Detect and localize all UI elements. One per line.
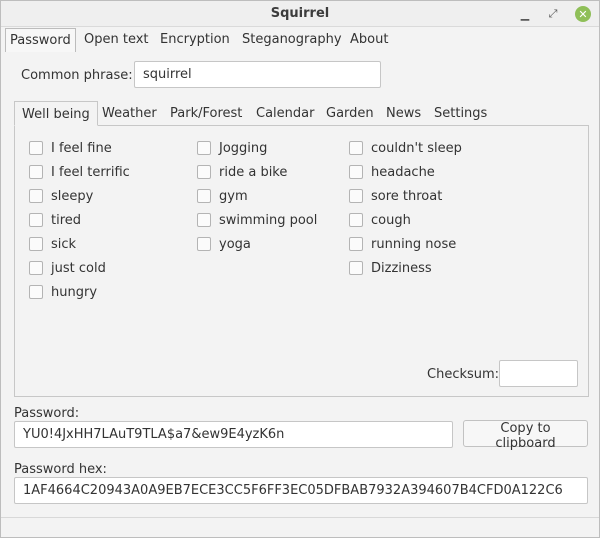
password-hex-label: Password hex: xyxy=(14,462,107,477)
checkbox-item[interactable]: tired xyxy=(29,211,81,229)
checkbox-item[interactable]: cough xyxy=(349,211,411,229)
minimize-button[interactable]: ▁ xyxy=(516,5,534,23)
close-icon: ✕ xyxy=(578,7,588,21)
app-window: Squirrel ▁ ⤢ ✕ Password Open text Encryp… xyxy=(0,0,600,538)
checkbox-item[interactable]: Dizziness xyxy=(349,259,432,277)
checkbox-box[interactable] xyxy=(349,261,363,275)
tab-steganography[interactable]: Steganography xyxy=(242,28,342,52)
checkbox-item[interactable]: sleepy xyxy=(29,187,93,205)
checkbox-box[interactable] xyxy=(197,189,211,203)
password-input[interactable] xyxy=(14,421,453,448)
checkbox-item[interactable]: sore throat xyxy=(349,187,442,205)
checkbox-box[interactable] xyxy=(29,141,43,155)
checkbox-box[interactable] xyxy=(29,165,43,179)
checkbox-label: headache xyxy=(371,164,435,180)
tab-calendar[interactable]: Calendar xyxy=(256,101,314,126)
checkbox-label: I feel terrific xyxy=(51,164,130,180)
common-phrase-input[interactable] xyxy=(134,61,381,88)
tab-well-being[interactable]: Well being xyxy=(14,101,98,126)
tab-settings[interactable]: Settings xyxy=(434,101,487,126)
checkbox-box[interactable] xyxy=(29,213,43,227)
close-button[interactable]: ✕ xyxy=(575,6,591,22)
password-hex-input[interactable] xyxy=(14,477,588,504)
checkbox-label: couldn't sleep xyxy=(371,140,462,156)
tab-weather[interactable]: Weather xyxy=(102,101,157,126)
checkbox-item[interactable]: couldn't sleep xyxy=(349,139,462,157)
checkbox-label: swimming pool xyxy=(219,212,318,228)
checkbox-label: ride a bike xyxy=(219,164,288,180)
restore-icon: ⤢ xyxy=(548,7,558,20)
checkbox-item[interactable]: swimming pool xyxy=(197,211,317,229)
checkbox-label: I feel fine xyxy=(51,140,112,156)
checkbox-item[interactable]: ride a bike xyxy=(197,163,287,181)
checkbox-label: sick xyxy=(51,236,77,252)
checkbox-item[interactable]: sick xyxy=(29,235,76,253)
checkbox-label: Dizziness xyxy=(371,260,432,276)
password-label: Password: xyxy=(14,406,80,421)
checkbox-item[interactable]: gym xyxy=(197,187,248,205)
checksum-input[interactable] xyxy=(499,360,578,387)
tab-encryption[interactable]: Encryption xyxy=(160,28,230,52)
checkbox-label: tired xyxy=(51,212,82,228)
checkbox-label: gym xyxy=(219,188,248,204)
tab-news[interactable]: News xyxy=(386,101,421,126)
bottom-divider xyxy=(1,517,599,518)
checkbox-box[interactable] xyxy=(349,189,363,203)
minimize-icon: ▁ xyxy=(520,7,530,21)
checkbox-item[interactable]: just cold xyxy=(29,259,106,277)
maximize-button[interactable]: ⤢ xyxy=(544,5,562,23)
checkbox-label: running nose xyxy=(371,236,457,252)
checkbox-label: Jogging xyxy=(219,140,268,156)
checkbox-label: sleepy xyxy=(51,188,94,204)
checkbox-box[interactable] xyxy=(349,213,363,227)
checkbox-label: yoga xyxy=(219,236,251,252)
tab-password[interactable]: Password xyxy=(5,28,76,52)
checkbox-item[interactable]: Jogging xyxy=(197,139,267,157)
checkbox-item[interactable]: hungry xyxy=(29,283,97,301)
checkbox-box[interactable] xyxy=(197,213,211,227)
checkbox-item[interactable]: running nose xyxy=(349,235,456,253)
checkbox-box[interactable] xyxy=(197,165,211,179)
checkbox-box[interactable] xyxy=(29,237,43,251)
checkbox-label: sore throat xyxy=(371,188,443,204)
common-phrase-label: Common phrase: xyxy=(21,68,133,83)
tab-garden[interactable]: Garden xyxy=(326,101,374,126)
checkbox-box[interactable] xyxy=(197,237,211,251)
checkbox-box[interactable] xyxy=(349,165,363,179)
window-title: Squirrel xyxy=(270,6,330,21)
checkbox-label: hungry xyxy=(51,284,98,300)
checkbox-item[interactable]: I feel terrific xyxy=(29,163,130,181)
tab-park-forest[interactable]: Park/Forest xyxy=(170,101,242,126)
checkbox-item[interactable]: headache xyxy=(349,163,435,181)
tab-open-text[interactable]: Open text xyxy=(84,28,149,52)
checkbox-item[interactable]: I feel fine xyxy=(29,139,112,157)
checkbox-box[interactable] xyxy=(349,141,363,155)
checkbox-label: just cold xyxy=(51,260,106,276)
copy-to-clipboard-button[interactable]: Copy to clipboard xyxy=(463,420,588,451)
checkbox-box[interactable] xyxy=(29,189,43,203)
checkbox-label: cough xyxy=(371,212,411,228)
checkbox-box[interactable] xyxy=(29,261,43,275)
checkbox-item[interactable]: yoga xyxy=(197,235,251,253)
title-bar: Squirrel ▁ ⤢ ✕ xyxy=(1,1,599,27)
tab-about[interactable]: About xyxy=(350,28,388,52)
checkbox-box[interactable] xyxy=(349,237,363,251)
checkbox-box[interactable] xyxy=(197,141,211,155)
checksum-label: Checksum: xyxy=(427,367,500,382)
checkbox-box[interactable] xyxy=(29,285,43,299)
